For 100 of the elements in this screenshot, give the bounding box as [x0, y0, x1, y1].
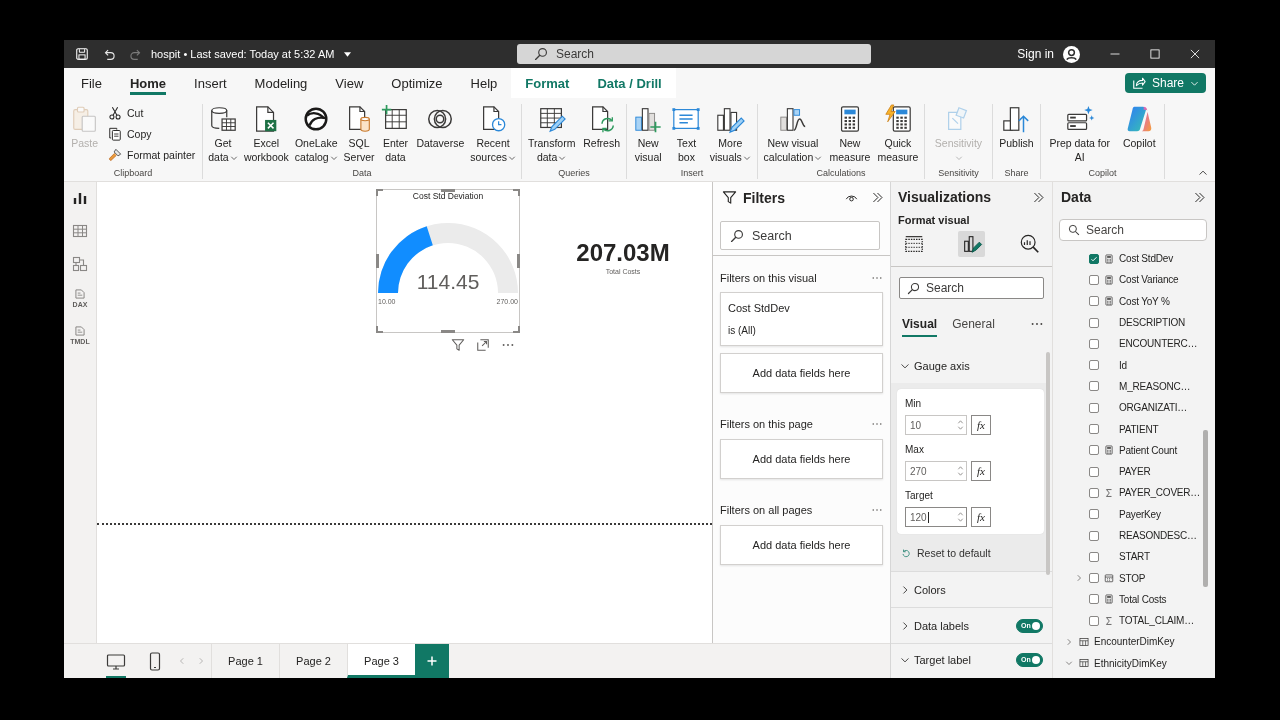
- more-visuals-button[interactable]: More visuals: [708, 104, 752, 164]
- field-name[interactable]: ORGANIZATI…: [1119, 402, 1188, 414]
- pane-tab[interactable]: Visual: [902, 317, 938, 337]
- undo-icon[interactable]: [102, 47, 116, 61]
- focus-mode-icon[interactable]: [476, 338, 490, 352]
- double-chevron-icon[interactable]: [871, 191, 884, 204]
- drop-zone[interactable]: Add data fields here: [720, 525, 883, 565]
- field-name[interactable]: START: [1119, 551, 1150, 563]
- search-field[interactable]: Search: [1059, 219, 1207, 241]
- resize-handle[interactable]: [441, 330, 455, 333]
- dataverse-button[interactable]: Dataverse: [415, 104, 466, 150]
- scrollbar-thumb[interactable]: [1203, 430, 1208, 587]
- ribbon-tab[interactable]: Format: [511, 68, 584, 98]
- checkbox[interactable]: [1089, 338, 1099, 349]
- field-name[interactable]: Total Costs: [1119, 593, 1167, 605]
- field-name[interactable]: Id: [1119, 359, 1127, 371]
- checkbox[interactable]: [1089, 530, 1099, 541]
- chevron-up-icon[interactable]: [1198, 168, 1208, 178]
- cut-button[interactable]: Cut: [106, 102, 198, 123]
- table-icon[interactable]: [72, 223, 88, 239]
- drop-zone[interactable]: Add data fields here: [720, 439, 883, 479]
- resize-handle[interactable]: [513, 189, 520, 196]
- transform-data-button[interactable]: Transform data: [526, 104, 577, 164]
- checkbox[interactable]: [1089, 615, 1099, 626]
- redo-icon[interactable]: [129, 47, 143, 61]
- resize-handle[interactable]: [376, 189, 383, 196]
- section-header[interactable]: Colors: [900, 583, 946, 596]
- ribbon-tab[interactable]: Modeling: [240, 68, 322, 98]
- section-header[interactable]: Gauge axis: [900, 359, 970, 372]
- field-name[interactable]: DESCRIPTION: [1119, 317, 1186, 329]
- user-avatar-icon[interactable]: [1063, 45, 1080, 63]
- ribbon-tab[interactable]: Data / Drill: [583, 68, 676, 98]
- filter-card[interactable]: Cost StdDev is (All): [720, 292, 883, 346]
- excel-workbook-button[interactable]: Excel workbook: [242, 104, 290, 164]
- section-header[interactable]: Target label: [900, 653, 971, 666]
- field-name[interactable]: Patient Count: [1119, 444, 1177, 456]
- field-name[interactable]: PATIENT: [1119, 423, 1159, 435]
- save-icon[interactable]: [75, 47, 89, 61]
- page-tab[interactable]: Page 3: [347, 644, 415, 678]
- filter-icon[interactable]: [451, 338, 465, 352]
- checkbox[interactable]: [1089, 381, 1099, 392]
- copilot-button[interactable]: Copilot: [1121, 104, 1157, 150]
- conditional-format-button[interactable]: fx: [971, 461, 991, 481]
- new-visual-button[interactable]: New visual: [632, 104, 665, 164]
- checkbox[interactable]: [1089, 573, 1099, 584]
- recent-sources-button[interactable]: Recent sources: [469, 104, 517, 164]
- resize-handle[interactable]: [513, 326, 520, 333]
- onelake-catalog-button[interactable]: OneLake catalog: [293, 104, 339, 164]
- field-name[interactable]: Cost YoY %: [1119, 295, 1170, 307]
- checkbox[interactable]: [1089, 402, 1099, 413]
- field-name[interactable]: PAYER: [1119, 466, 1151, 478]
- search-field[interactable]: Search: [720, 221, 880, 250]
- field-name[interactable]: TOTAL_CLAIM…: [1119, 615, 1195, 627]
- checkbox[interactable]: [1089, 509, 1099, 520]
- bar-chart-icon[interactable]: [72, 190, 88, 206]
- checkbox[interactable]: [1089, 424, 1099, 434]
- field-name[interactable]: ENCOUNTERC…: [1119, 338, 1198, 350]
- number-input[interactable]: 270: [905, 461, 967, 481]
- field-name[interactable]: PAYER_COVER…: [1119, 487, 1201, 499]
- field-name[interactable]: REASONDESC…: [1119, 530, 1197, 541]
- format-painter-button[interactable]: Format painter: [106, 144, 198, 165]
- sign-in-link[interactable]: Sign in: [1017, 47, 1054, 61]
- close-icon[interactable]: [1189, 48, 1201, 60]
- resize-handle[interactable]: [376, 326, 383, 333]
- section-header[interactable]: Data labels: [900, 619, 970, 632]
- spinner-arrows-icon[interactable]: [957, 464, 964, 478]
- ribbon-tab[interactable]: Optimize: [377, 68, 457, 98]
- reset-button[interactable]: Reset to default: [897, 542, 997, 564]
- table-name[interactable]: EthnicityDimKey: [1094, 657, 1167, 669]
- ribbon-tab[interactable]: Insert: [180, 68, 241, 98]
- resize-handle[interactable]: [441, 189, 455, 192]
- field-name[interactable]: STOP: [1119, 572, 1146, 584]
- spinner-arrows-icon[interactable]: [957, 418, 964, 432]
- search-field[interactable]: Search: [517, 44, 871, 64]
- number-input[interactable]: 10: [905, 415, 967, 435]
- get-data-button[interactable]: Get data: [206, 104, 239, 164]
- ribbon-tab[interactable]: File: [67, 68, 116, 98]
- new-visual-calculation-button[interactable]: New visual calculation: [762, 104, 824, 164]
- drop-zone[interactable]: Add data fields here: [720, 353, 883, 393]
- copy-button[interactable]: Copy: [106, 123, 198, 144]
- refresh-button[interactable]: Refresh: [582, 104, 622, 150]
- checkbox[interactable]: [1089, 296, 1099, 307]
- quick-measure-button[interactable]: Quick measure: [876, 104, 920, 164]
- field-name[interactable]: M_REASONC…: [1119, 380, 1191, 392]
- spinner-arrows-icon[interactable]: [957, 510, 964, 524]
- checkbox[interactable]: [1089, 317, 1099, 328]
- publish-button[interactable]: Publish: [998, 104, 1035, 150]
- scrollbar-thumb[interactable]: [1046, 352, 1050, 575]
- table-name[interactable]: EncounterDimKey: [1094, 636, 1175, 648]
- checkbox[interactable]: [1089, 274, 1099, 285]
- page-tab[interactable]: Page 1: [211, 644, 279, 678]
- diagram-icon[interactable]: [72, 256, 88, 272]
- checkbox[interactable]: [1089, 445, 1099, 456]
- checkbox[interactable]: [1089, 466, 1099, 477]
- bar-chart-brush-icon[interactable]: [958, 231, 985, 257]
- resize-handle[interactable]: [517, 254, 520, 268]
- conditional-format-button[interactable]: fx: [971, 507, 991, 527]
- enter-data-button[interactable]: Enter data: [379, 104, 412, 164]
- ribbon-tab[interactable]: Help: [456, 68, 512, 98]
- caret-down-icon[interactable]: [343, 50, 353, 58]
